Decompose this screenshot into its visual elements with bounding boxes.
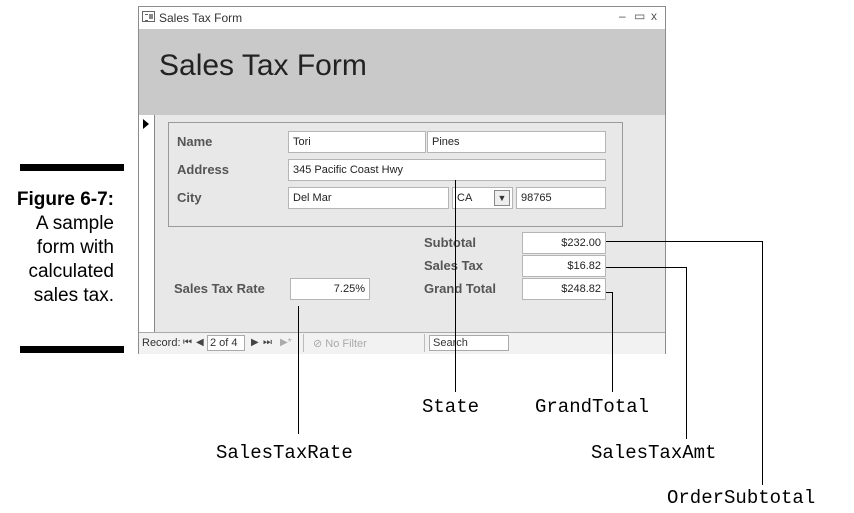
first-name-field[interactable]: Tori [288, 131, 426, 153]
filter-icon: ⊘ [313, 338, 326, 350]
record-selector[interactable] [139, 115, 155, 332]
form-icon [142, 11, 155, 22]
first-record-icon[interactable]: ⏮ [183, 337, 192, 348]
grand-total-field[interactable]: $248.82 [522, 278, 606, 300]
divider [424, 334, 425, 352]
last-record-icon[interactable]: ⏭ [263, 337, 272, 348]
grandtotal-leader-v [612, 292, 613, 392]
current-record-arrow-icon [143, 119, 149, 129]
grand-total-label: Grand Total [424, 281, 496, 296]
salestaxamt-callout: SalesTaxAmt [591, 442, 717, 464]
sales-tax-rate-field[interactable]: 7.25% [290, 278, 370, 300]
salestaxrate-callout: SalesTaxRate [216, 442, 353, 464]
search-input[interactable]: Search [429, 335, 509, 351]
new-record-icon[interactable]: ▶* [280, 337, 292, 348]
subtotal-label: Subtotal [424, 235, 476, 250]
salestaxamt-leader-v [686, 267, 687, 439]
zip-field[interactable]: 98765 [516, 187, 606, 209]
figure-top-bar [20, 164, 124, 171]
form-window: Sales Tax Form – ▭ x Sales Tax Form Name… [138, 6, 666, 354]
no-filter-label: No Filter [325, 338, 367, 350]
minimize-button[interactable]: – [619, 9, 626, 23]
last-name-field[interactable]: Pines [427, 131, 606, 153]
salestaxamt-leader-h [606, 267, 686, 268]
figure-caption: Figure 6-7: A sample form with calculate… [10, 188, 114, 308]
ordersubtotal-callout: OrderSubtotal [667, 487, 816, 509]
previous-record-icon[interactable]: ◀ [196, 337, 204, 348]
ordersubtotal-leader-h [606, 241, 762, 242]
figure-bottom-bar [20, 346, 124, 353]
close-button[interactable]: x [651, 9, 657, 23]
city-label: City [177, 190, 202, 205]
title-bar: Sales Tax Form – ▭ x [139, 7, 665, 29]
form-header: Sales Tax Form [139, 29, 665, 115]
ordersubtotal-leader-v [762, 241, 763, 485]
caption-line: form with [36, 237, 114, 258]
state-callout: State [422, 396, 480, 418]
form-header-title: Sales Tax Form [159, 49, 367, 82]
chevron-down-icon[interactable]: ▼ [494, 190, 510, 206]
state-leader-line [455, 180, 456, 392]
city-field[interactable]: Del Mar [288, 187, 449, 209]
window-title: Sales Tax Form [159, 11, 243, 25]
address-field[interactable]: 345 Pacific Coast Hwy [288, 159, 606, 181]
figure-number: Figure 6-7: [16, 189, 114, 210]
divider [303, 334, 304, 352]
current-record-box[interactable]: 2 of 4 [207, 335, 245, 351]
no-filter-button[interactable]: ⊘ No Filter [313, 337, 367, 350]
sales-tax-field[interactable]: $16.82 [522, 255, 606, 277]
caption-line: sales tax. [33, 285, 114, 306]
next-record-icon[interactable]: ▶ [251, 337, 259, 348]
salestaxrate-leader-v [298, 306, 299, 434]
record-label: Record: [142, 337, 181, 349]
name-label: Name [177, 134, 213, 149]
sales-tax-label: Sales Tax [424, 258, 484, 273]
caption-line: A sample [35, 213, 114, 234]
sales-tax-rate-label: Sales Tax Rate [174, 281, 265, 296]
subtotal-field[interactable]: $232.00 [522, 232, 606, 254]
maximize-button[interactable]: ▭ [634, 9, 645, 23]
grandtotal-callout: GrandTotal [535, 396, 650, 418]
form-detail: Name Tori Pines Address 345 Pacific Coas… [139, 115, 665, 332]
record-navigation-bar: Record: ⏮ ◀ 2 of 4 ▶ ⏭ ▶* ⊘ No Filter Se… [139, 332, 665, 354]
address-label: Address [177, 162, 230, 177]
caption-line: calculated [28, 261, 114, 282]
